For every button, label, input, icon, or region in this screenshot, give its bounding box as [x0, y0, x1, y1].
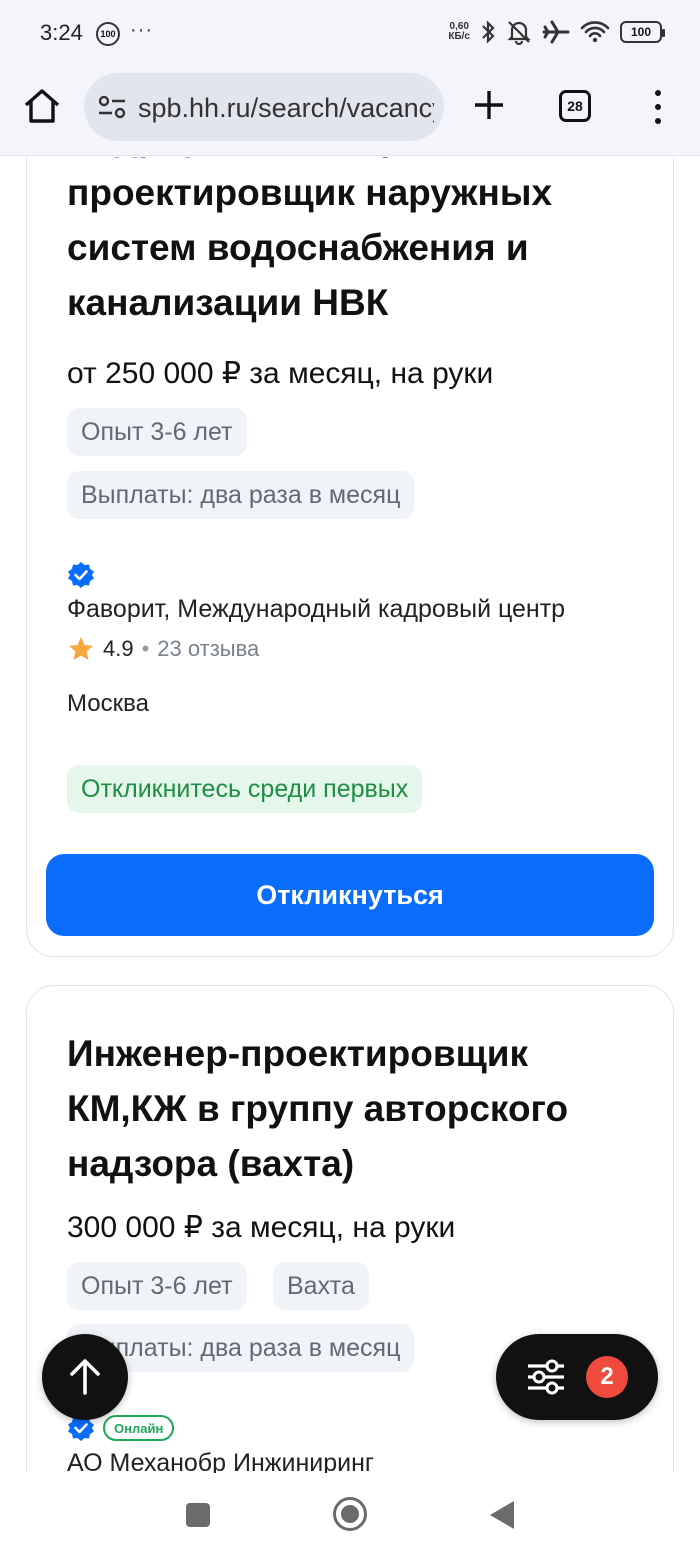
system-nav-bar: [0, 1473, 700, 1556]
bell-off-icon: [507, 21, 531, 45]
vacancy-title[interactable]: Ведущий инженер проектировщик наружных с…: [67, 157, 647, 330]
notification-badge-icon: 100: [96, 22, 120, 46]
apply-button[interactable]: Откликнуться: [46, 854, 654, 936]
filter-count-badge: 2: [586, 1356, 628, 1398]
online-badge: Онлайн: [103, 1415, 175, 1441]
verified-employer-icon: [68, 562, 94, 588]
payment-tag: Выплаты: два раза в месяц: [67, 471, 415, 519]
vacancy-city: Москва: [67, 690, 149, 717]
vacancy-list[interactable]: Ведущий инженер проектировщик наружных с…: [0, 157, 700, 1473]
star-icon: [69, 637, 93, 660]
airplane-icon: [542, 20, 570, 44]
vacancy-salary: от 250 000 ₽ за месяц, на руки: [67, 357, 494, 390]
rating-separator: •: [141, 636, 150, 661]
status-time: 3:24: [40, 20, 83, 45]
arrow-up-icon: [70, 1359, 100, 1395]
recent-apps-button[interactable]: [186, 1503, 210, 1527]
employer-rating[interactable]: 4.9 • 23 отзыва: [67, 635, 259, 663]
reviews-count: 23 отзыва: [157, 636, 260, 661]
rating-value: 4.9: [103, 636, 134, 661]
company-name[interactable]: Фаворит, Международный кадровый центр: [67, 595, 565, 624]
shift-work-tag: Вахта: [273, 1262, 369, 1310]
battery-icon: 100: [620, 21, 665, 43]
experience-tag: Опыт 3-6 лет: [67, 408, 247, 456]
bluetooth-icon: [482, 20, 495, 44]
vacancy-title[interactable]: Инженер-проектировщик КМ,КЖ в группу авт…: [67, 1026, 647, 1191]
home-icon[interactable]: [22, 86, 62, 126]
wifi-icon: [580, 21, 610, 43]
address-bar[interactable]: spb.hh.ru/search/vacancy: [84, 73, 444, 141]
filters-button[interactable]: 2: [496, 1334, 658, 1420]
browser-menu-icon[interactable]: [650, 90, 666, 124]
early-apply-badge: Откликнитесь среди первых: [67, 765, 423, 813]
scroll-to-top-button[interactable]: [42, 1334, 128, 1420]
vacancy-card[interactable]: Ведущий инженер проектировщик наружных с…: [26, 157, 674, 957]
company-name[interactable]: АО Механобр Инжиниринг: [67, 1449, 374, 1473]
new-tab-icon[interactable]: [472, 88, 506, 122]
tab-switcher-button[interactable]: 28: [559, 90, 591, 122]
browser-toolbar: spb.hh.ru/search/vacancy 28: [0, 68, 700, 156]
more-notifications-icon: ···: [130, 18, 153, 41]
url-text[interactable]: spb.hh.ru/search/vacancy: [138, 93, 434, 124]
experience-tag: Опыт 3-6 лет: [67, 1262, 247, 1310]
status-bar: 3:24 100 ··· 0,60 КБ/с 100: [0, 0, 700, 68]
filter-sliders-icon: [528, 1359, 564, 1395]
site-settings-icon[interactable]: [98, 95, 126, 119]
network-speed: 0,60 КБ/с: [448, 21, 470, 42]
home-nav-button[interactable]: [333, 1497, 367, 1531]
back-button[interactable]: [490, 1501, 514, 1529]
vacancy-salary: 300 000 ₽ за месяц, на руки: [67, 1211, 456, 1244]
